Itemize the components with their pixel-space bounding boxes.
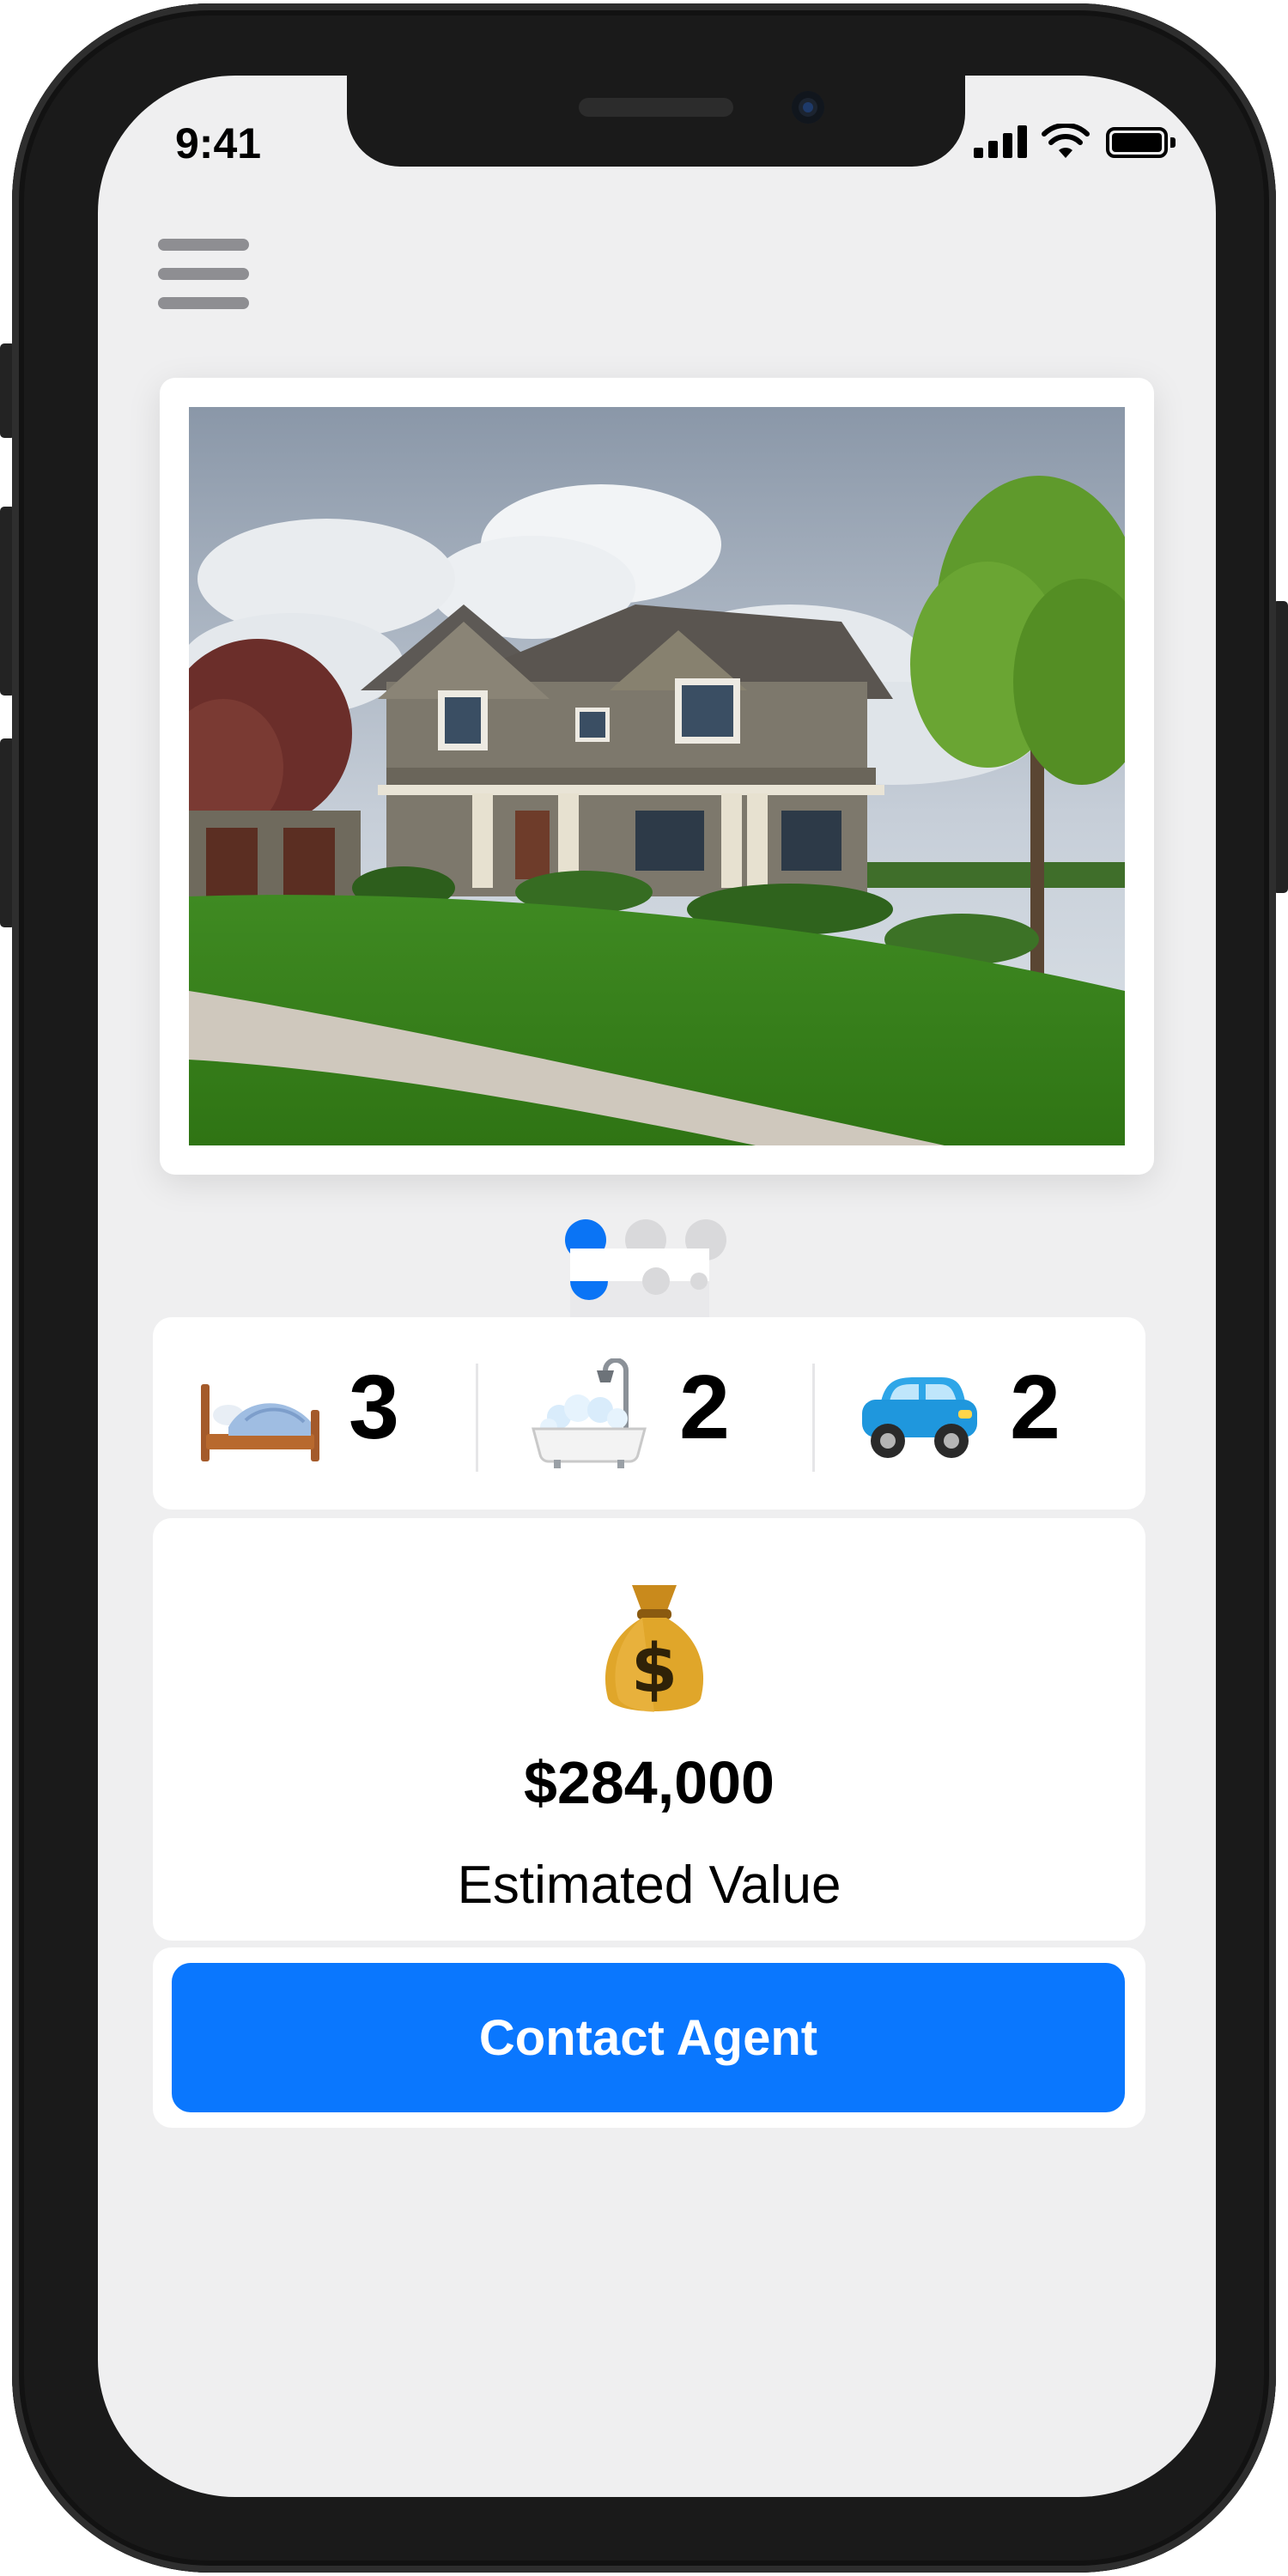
bathtub-icon bbox=[532, 1358, 647, 1468]
phone-screen: 9:41 3 2 2 $ $284,000 Estimated Value Co… bbox=[98, 76, 1216, 2497]
stat-divider bbox=[476, 1364, 478, 1472]
bedrooms-stat: 3 bbox=[153, 1317, 483, 1510]
garage-value: 2 bbox=[1010, 1357, 1060, 1458]
listing-photo-card[interactable] bbox=[160, 378, 1154, 1175]
bed-icon bbox=[201, 1384, 319, 1461]
notch bbox=[347, 76, 965, 167]
money-bag-icon: $ bbox=[605, 1585, 704, 1712]
property-stats-card: 3 2 2 bbox=[153, 1317, 1145, 1510]
front-camera bbox=[792, 91, 824, 124]
estimated-price: $284,000 bbox=[524, 1749, 775, 1816]
contact-card: Contact Agent bbox=[153, 1947, 1145, 2128]
status-icons bbox=[974, 124, 1180, 161]
phone-frame: 9:41 3 2 2 $ $284,000 Estimated Value Co… bbox=[12, 3, 1276, 2573]
garage-stat: 2 bbox=[814, 1317, 1145, 1510]
bathrooms-value: 2 bbox=[679, 1357, 730, 1458]
earpiece-speaker bbox=[579, 98, 733, 117]
house-photo[interactable] bbox=[189, 407, 1125, 1145]
hamburger-menu-icon[interactable] bbox=[158, 239, 249, 309]
bedrooms-value: 3 bbox=[349, 1357, 399, 1458]
bathrooms-stat: 2 bbox=[483, 1317, 814, 1510]
contact-agent-button[interactable]: Contact Agent bbox=[172, 1963, 1125, 2112]
car-icon bbox=[862, 1377, 977, 1458]
estimated-value-label: Estimated Value bbox=[457, 1856, 841, 1915]
status-time: 9:41 bbox=[175, 119, 262, 167]
svg-text:$: $ bbox=[631, 1631, 677, 1708]
cellular-signal-icon bbox=[974, 124, 1027, 158]
estimated-value-card: $ $284,000 Estimated Value bbox=[153, 1518, 1145, 1941]
battery-icon bbox=[1106, 127, 1176, 158]
wifi-icon bbox=[1042, 124, 1090, 158]
